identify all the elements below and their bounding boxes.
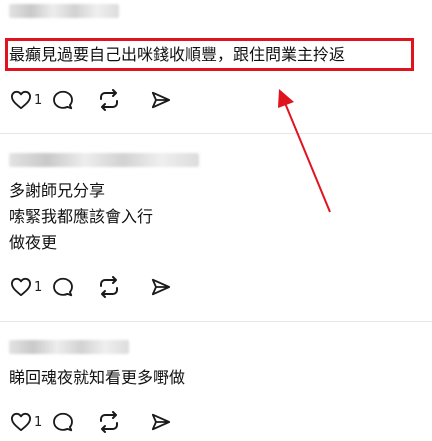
annotation-arrow bbox=[278, 89, 331, 213]
